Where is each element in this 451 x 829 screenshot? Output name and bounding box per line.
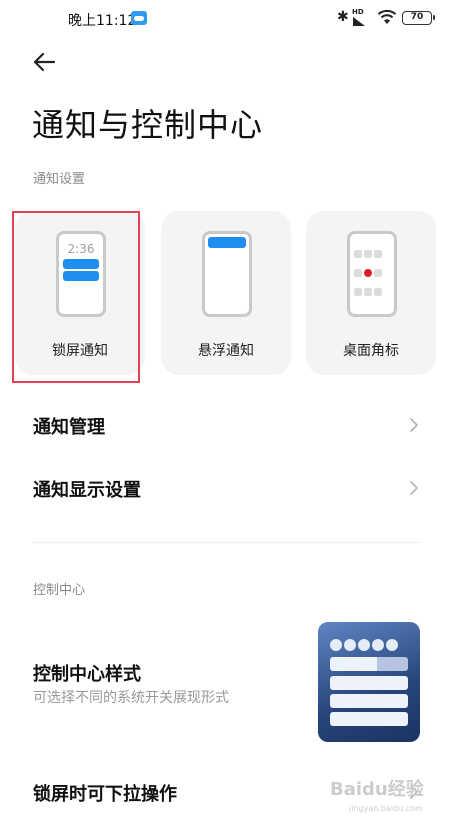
row-notification-display-settings[interactable]: 通知显示设置: [33, 468, 421, 508]
badge-phone-preview: [347, 231, 397, 317]
app-icon: [364, 288, 372, 296]
section-label-notification: 通知设置: [33, 172, 86, 187]
bluetooth-icon: ✱: [337, 9, 349, 25]
toggle-circle-icon: [372, 639, 384, 651]
app-icon: [354, 250, 362, 258]
row-title: 通知显示设置: [33, 480, 141, 501]
control-center-style-preview[interactable]: [318, 622, 420, 742]
row-title: 通知管理: [33, 417, 105, 438]
brightness-slider-preview: [330, 657, 408, 671]
back-button[interactable]: [30, 48, 60, 76]
status-bar: 晚上11:12 ✱ HD 70: [0, 0, 451, 36]
toggle-circle-icon: [330, 639, 342, 651]
battery-level: 70: [410, 12, 424, 22]
watermark: Baidu经验: [330, 779, 424, 800]
app-icon: [364, 250, 372, 258]
cloud-icon: [131, 11, 147, 25]
card-floating-notification[interactable]: 悬浮通知: [161, 211, 291, 375]
toggle-circle-icon: [344, 639, 356, 651]
control-tile-preview: [330, 712, 408, 726]
row-notification-management[interactable]: 通知管理: [33, 405, 421, 445]
watermark-sub: jingyan.baidu.com: [349, 804, 423, 813]
signal-bars: [353, 17, 365, 26]
signal-icon: HD: [352, 8, 366, 26]
card-label: 悬浮通知: [198, 343, 254, 359]
app-icon: [374, 250, 382, 258]
card-label: 桌面角标: [343, 343, 399, 359]
row-title: 锁屏时可下拉操作: [33, 784, 177, 805]
app-icon: [354, 288, 362, 296]
app-icon: [374, 269, 382, 277]
control-tile-preview: [330, 676, 408, 690]
section-label-control-center: 控制中心: [33, 583, 86, 598]
arrow-left-icon: [33, 52, 56, 72]
floating-notification-bar: [208, 237, 246, 248]
page-title: 通知与控制中心: [32, 106, 264, 144]
signal-hd-label: HD: [352, 8, 364, 16]
control-center-style-description: 可选择不同的系统开关展现形式: [33, 690, 229, 706]
toggle-circle-icon: [358, 639, 370, 651]
card-desktop-badge[interactable]: 桌面角标: [306, 211, 436, 375]
section-divider: [33, 542, 421, 543]
app-icon: [354, 269, 362, 277]
control-center-style-title[interactable]: 控制中心样式: [33, 660, 141, 686]
toggle-circles: [330, 636, 400, 655]
toggle-circle-icon: [386, 639, 398, 651]
battery-icon: 70: [402, 11, 435, 25]
app-icon: [374, 288, 382, 296]
wifi-icon: [377, 9, 397, 25]
app-grid: [353, 244, 391, 301]
status-time: 晚上11:12: [68, 13, 137, 29]
chevron-right-icon: [410, 481, 418, 495]
badge-dot-icon: [364, 269, 372, 277]
floating-phone-preview: [202, 231, 252, 317]
control-tile-preview: [330, 694, 408, 708]
chevron-right-icon: [410, 418, 418, 432]
selection-highlight: [12, 211, 140, 383]
